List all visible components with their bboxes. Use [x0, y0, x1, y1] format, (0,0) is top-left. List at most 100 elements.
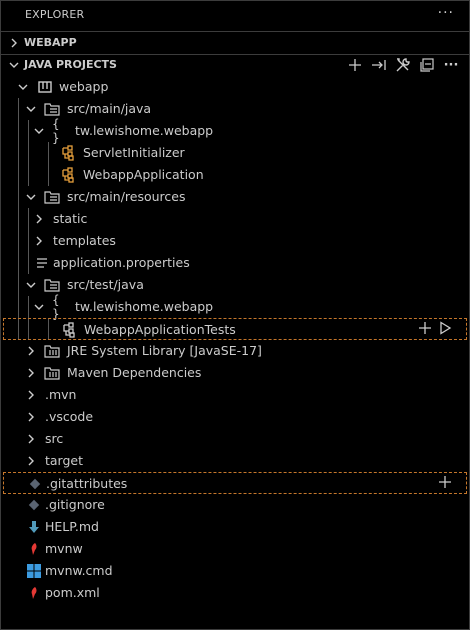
- tree-item-test-class[interactable]: WebappApplicationTests: [3, 318, 467, 340]
- chevron-right-icon: [28, 368, 34, 378]
- tree-item-library[interactable]: Maven Dependencies: [0, 362, 470, 384]
- chevron-right-icon: [11, 38, 17, 48]
- tree-item-label: mvnw.cmd: [45, 563, 113, 578]
- link-icon[interactable]: [370, 56, 388, 74]
- tree-item-label: src/main/java: [67, 101, 152, 116]
- chevron-right-icon: [36, 236, 42, 246]
- tree-item-file[interactable]: pom.xml: [0, 582, 470, 604]
- chevron-down-icon: [26, 194, 36, 200]
- tree-item-file[interactable]: HELP.md: [0, 516, 470, 538]
- git-file-icon: [27, 476, 43, 492]
- windows-icon: [26, 563, 42, 579]
- tree-item-label: tw.lewishome.webapp: [75, 123, 214, 138]
- section-java-projects-header[interactable]: JAVA PROJECTS ···: [0, 54, 470, 76]
- library-folder-icon: [44, 365, 60, 381]
- tree-item-file[interactable]: .gitignore: [0, 494, 470, 516]
- collapse-all-icon[interactable]: [418, 56, 436, 74]
- chevron-down-icon: [26, 282, 36, 288]
- tree-item-label: src/test/java: [67, 277, 144, 292]
- tree-item-project-webapp[interactable]: webapp: [0, 76, 470, 98]
- explorer-titlebar: EXPLORER ···: [0, 0, 470, 30]
- tree-item-file[interactable]: mvnw: [0, 538, 470, 560]
- library-folder-icon: [44, 343, 60, 359]
- class-icon: [60, 145, 76, 161]
- chevron-down-icon: [34, 128, 44, 134]
- section-webapp-label: WEBAPP: [24, 36, 77, 49]
- tree-item-src-main-java[interactable]: src/main/java: [0, 98, 470, 120]
- markdown-icon: [26, 519, 42, 535]
- package-folder-icon: [44, 277, 60, 293]
- test-class-icon: [61, 322, 77, 338]
- chevron-right-icon: [28, 346, 34, 356]
- tree-item-label: JRE System Library [JavaSE-17]: [67, 343, 262, 358]
- row-actions: [418, 321, 452, 338]
- package-folder-icon: [44, 189, 60, 205]
- tree-item-label: .gitattributes: [46, 476, 128, 491]
- tree-item-folder-templates[interactable]: templates: [0, 230, 470, 252]
- tree-item-class[interactable]: WebappApplication: [0, 164, 470, 186]
- tree-item-folder[interactable]: target: [0, 450, 470, 472]
- tree-item-label: src: [45, 431, 64, 446]
- tree-item-label: ServletInitializer: [83, 145, 185, 160]
- maven-icon: [26, 585, 42, 601]
- run-icon[interactable]: [438, 321, 452, 338]
- tree-item-label: Maven Dependencies: [67, 365, 202, 380]
- tree-item-label: tw.lewishome.webapp: [75, 299, 214, 314]
- tree-item-label: .mvn: [45, 387, 77, 402]
- tree-item-label: templates: [53, 233, 116, 248]
- tree-item-folder[interactable]: .vscode: [0, 406, 470, 428]
- add-icon[interactable]: [418, 321, 432, 338]
- tree-item-file[interactable]: application.properties: [0, 252, 470, 274]
- row-actions: [438, 475, 452, 492]
- tree-item-label: target: [45, 453, 84, 468]
- namespace-braces-icon: { }: [52, 293, 60, 321]
- tree-item-class[interactable]: ServletInitializer: [0, 142, 470, 164]
- tree-item-package[interactable]: { } tw.lewishome.webapp: [0, 293, 470, 321]
- ellipsis-icon[interactable]: ···: [438, 5, 454, 21]
- tree-item-label: src/main/resources: [67, 189, 186, 204]
- tree-item-label: .gitignore: [45, 497, 105, 512]
- tree-item-src-main-resources[interactable]: src/main/resources: [0, 186, 470, 208]
- tree-item-package[interactable]: { } tw.lewishome.webapp: [0, 117, 470, 145]
- chevron-right-icon: [28, 434, 34, 444]
- properties-file-icon: [34, 255, 50, 271]
- chevron-right-icon: [36, 214, 42, 224]
- tree-item-library[interactable]: JRE System Library [JavaSE-17]: [0, 340, 470, 362]
- chevron-right-icon: [28, 456, 34, 466]
- tree-item-folder-static[interactable]: static: [0, 208, 470, 230]
- section-webapp-header[interactable]: WEBAPP: [0, 32, 470, 54]
- chevron-down-icon: [26, 106, 36, 112]
- package-folder-icon: [44, 101, 60, 117]
- maven-icon: [26, 541, 42, 557]
- chevron-down-icon: [9, 62, 19, 68]
- chevron-right-icon: [28, 412, 34, 422]
- class-icon: [60, 167, 76, 183]
- explorer-title: EXPLORER: [25, 8, 85, 21]
- tree-item-label: HELP.md: [45, 519, 99, 534]
- add-icon[interactable]: [438, 475, 452, 492]
- tree-item-label: webapp: [59, 79, 109, 94]
- tree-item-folder[interactable]: .mvn: [0, 384, 470, 406]
- tree-item-folder[interactable]: src: [0, 428, 470, 450]
- tools-icon[interactable]: [394, 56, 412, 74]
- add-icon[interactable]: [346, 56, 364, 74]
- tree-item-file[interactable]: mvnw.cmd: [0, 560, 470, 582]
- tree-item-label: mvnw: [45, 541, 83, 556]
- chevron-right-icon: [28, 390, 34, 400]
- more-icon[interactable]: ···: [442, 56, 460, 74]
- tree-item-file[interactable]: .gitattributes: [3, 472, 467, 494]
- tree-item-label: static: [53, 211, 88, 226]
- project-icon: [37, 79, 53, 95]
- tree-item-label: pom.xml: [45, 585, 100, 600]
- git-file-icon: [26, 497, 42, 513]
- tree-item-src-test-java[interactable]: src/test/java: [0, 274, 470, 296]
- section-actions: ···: [346, 56, 460, 74]
- tree-item-label: WebappApplicationTests: [84, 322, 236, 337]
- tree-item-label: WebappApplication: [83, 167, 204, 182]
- tree-item-label: .vscode: [45, 409, 94, 424]
- chevron-down-icon: [18, 84, 28, 90]
- section-java-projects-label: JAVA PROJECTS: [24, 58, 117, 71]
- tree-item-label: application.properties: [53, 255, 190, 270]
- chevron-down-icon: [34, 304, 44, 310]
- namespace-braces-icon: { }: [52, 117, 60, 145]
